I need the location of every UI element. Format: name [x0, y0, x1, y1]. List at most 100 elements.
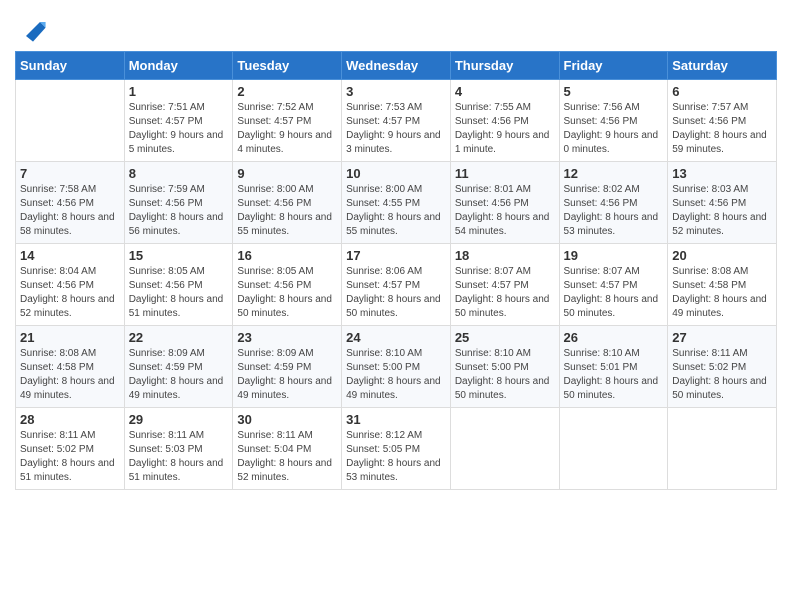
calendar-cell: 18 Sunrise: 8:07 AMSunset: 4:57 PMDayligh…	[450, 244, 559, 326]
day-info: Sunrise: 7:56 AMSunset: 4:56 PMDaylight:…	[564, 101, 664, 157]
calendar-cell: 12Sunrise: 8:02 AMSunset: 4:56 PMDayligh…	[559, 162, 668, 244]
day-info: Sunrise: 8:11 AMSunset: 5:04 PMDaylight:…	[237, 429, 337, 485]
day-info: Sunrise: 8:11 AMSunset: 5:02 PMDaylight:…	[20, 429, 120, 485]
logo	[15, 15, 47, 43]
calendar-body: 1Sunrise: 7:51 AMSunset: 4:57 PMDaylight…	[16, 80, 777, 490]
calendar-cell: 30Sunrise: 8:11 AMSunset: 5:04 PMDayligh…	[233, 408, 342, 490]
calendar-week-row: 1Sunrise: 7:51 AMSunset: 4:57 PMDaylight…	[16, 80, 777, 162]
day-number: 13	[672, 166, 772, 181]
day-info: Sunrise: 7:53 AMSunset: 4:57 PMDaylight:…	[346, 101, 446, 157]
calendar-cell: 10 Sunrise: 8:00 AMSunset: 4:55 PMDayligh…	[342, 162, 451, 244]
header-day: Wednesday	[342, 52, 451, 80]
day-info: Sunrise: 8:10 AMSunset: 5:00 PMDaylight:…	[346, 347, 446, 403]
day-number: 29	[129, 412, 229, 427]
header	[15, 15, 777, 43]
calendar-cell: 28Sunrise: 8:11 AMSunset: 5:02 PMDayligh…	[16, 408, 125, 490]
calendar-cell: 6Sunrise: 7:57 AMSunset: 4:56 PMDaylight…	[668, 80, 777, 162]
day-number: 11	[455, 166, 555, 181]
day-number: 31	[346, 412, 446, 427]
calendar-cell: 16 Sunrise: 8:05 AMSunset: 4:56 PMDayligh…	[233, 244, 342, 326]
day-info: Sunrise: 8:03 AMSunset: 4:56 PMDaylight:…	[672, 183, 772, 239]
day-number: 20	[672, 248, 772, 263]
day-number: 24	[346, 330, 446, 345]
day-info: Sunrise: 8:07 AMSunset: 4:57 PMDaylight:…	[564, 265, 664, 321]
day-number: 25	[455, 330, 555, 345]
day-number: 16	[237, 248, 337, 263]
calendar-cell: 7 Sunrise: 7:58 AMSunset: 4:56 PMDaylight…	[16, 162, 125, 244]
day-number: 19	[564, 248, 664, 263]
calendar-cell: 15 Sunrise: 8:05 AMSunset: 4:56 PMDayligh…	[124, 244, 233, 326]
day-number: 3	[346, 84, 446, 99]
day-info: Sunrise: 8:02 AMSunset: 4:56 PMDaylight:…	[564, 183, 664, 239]
day-info: Sunrise: 8:05 AMSunset: 4:56 PMDaylight:…	[129, 265, 229, 321]
day-info: Sunrise: 7:58 AMSunset: 4:56 PMDaylight:…	[20, 183, 120, 239]
day-info: Sunrise: 8:10 AMSunset: 5:01 PMDaylight:…	[564, 347, 664, 403]
day-number: 21	[20, 330, 120, 345]
calendar-cell	[450, 408, 559, 490]
calendar-cell: 20 Sunrise: 8:08 AMSunset: 4:58 PMDayligh…	[668, 244, 777, 326]
day-number: 18	[455, 248, 555, 263]
calendar-cell: 25 Sunrise: 8:10 AMSunset: 5:00 PMDayligh…	[450, 326, 559, 408]
day-info: Sunrise: 7:55 AMSunset: 4:56 PMDaylight:…	[455, 101, 555, 157]
day-info: Sunrise: 8:05 AMSunset: 4:56 PMDaylight:…	[237, 265, 337, 321]
day-info: Sunrise: 8:11 AMSunset: 5:02 PMDaylight:…	[672, 347, 772, 403]
page-container: SundayMondayTuesdayWednesdayThursdayFrid…	[0, 0, 792, 612]
header-day: Saturday	[668, 52, 777, 80]
day-info: Sunrise: 8:07 AMSunset: 4:57 PMDaylight:…	[455, 265, 555, 321]
calendar-cell: 9 Sunrise: 8:00 AMSunset: 4:56 PMDaylight…	[233, 162, 342, 244]
calendar-cell: 3 Sunrise: 7:53 AMSunset: 4:57 PMDaylight…	[342, 80, 451, 162]
calendar-cell: 4 Sunrise: 7:55 AMSunset: 4:56 PMDaylight…	[450, 80, 559, 162]
day-number: 9	[237, 166, 337, 181]
day-number: 8	[129, 166, 229, 181]
day-info: Sunrise: 8:01 AMSunset: 4:56 PMDaylight:…	[455, 183, 555, 239]
calendar-week-row: 14Sunrise: 8:04 AMSunset: 4:56 PMDayligh…	[16, 244, 777, 326]
calendar-cell: 26 Sunrise: 8:10 AMSunset: 5:01 PMDayligh…	[559, 326, 668, 408]
day-number: 2	[237, 84, 337, 99]
day-number: 15	[129, 248, 229, 263]
day-info: Sunrise: 8:08 AMSunset: 4:58 PMDaylight:…	[20, 347, 120, 403]
calendar-cell: 1Sunrise: 7:51 AMSunset: 4:57 PMDaylight…	[124, 80, 233, 162]
calendar-cell: 5 Sunrise: 7:56 AMSunset: 4:56 PMDaylight…	[559, 80, 668, 162]
calendar-cell: 21 Sunrise: 8:08 AMSunset: 4:58 PMDayligh…	[16, 326, 125, 408]
calendar-cell: 19 Sunrise: 8:07 AMSunset: 4:57 PMDayligh…	[559, 244, 668, 326]
day-number: 26	[564, 330, 664, 345]
calendar-cell	[559, 408, 668, 490]
calendar-week-row: 7 Sunrise: 7:58 AMSunset: 4:56 PMDaylight…	[16, 162, 777, 244]
day-number: 14	[20, 248, 120, 263]
day-info: Sunrise: 8:06 AMSunset: 4:57 PMDaylight:…	[346, 265, 446, 321]
calendar-cell: 22Sunrise: 8:09 AMSunset: 4:59 PMDayligh…	[124, 326, 233, 408]
day-number: 27	[672, 330, 772, 345]
day-number: 17	[346, 248, 446, 263]
calendar-cell: 14Sunrise: 8:04 AMSunset: 4:56 PMDayligh…	[16, 244, 125, 326]
calendar-cell: 13 Sunrise: 8:03 AMSunset: 4:56 PMDayligh…	[668, 162, 777, 244]
day-number: 22	[129, 330, 229, 345]
calendar-header: SundayMondayTuesdayWednesdayThursdayFrid…	[16, 52, 777, 80]
day-info: Sunrise: 8:00 AMSunset: 4:56 PMDaylight:…	[237, 183, 337, 239]
calendar-cell: 24 Sunrise: 8:10 AMSunset: 5:00 PMDayligh…	[342, 326, 451, 408]
calendar-week-row: 21 Sunrise: 8:08 AMSunset: 4:58 PMDayligh…	[16, 326, 777, 408]
day-info: Sunrise: 8:00 AMSunset: 4:55 PMDaylight:…	[346, 183, 446, 239]
header-day: Friday	[559, 52, 668, 80]
calendar-cell: 11 Sunrise: 8:01 AMSunset: 4:56 PMDayligh…	[450, 162, 559, 244]
day-number: 5	[564, 84, 664, 99]
calendar-cell: 17 Sunrise: 8:06 AMSunset: 4:57 PMDayligh…	[342, 244, 451, 326]
calendar-cell: 29 Sunrise: 8:11 AMSunset: 5:03 PMDayligh…	[124, 408, 233, 490]
day-info: Sunrise: 8:09 AMSunset: 4:59 PMDaylight:…	[237, 347, 337, 403]
calendar-cell: 23Sunrise: 8:09 AMSunset: 4:59 PMDayligh…	[233, 326, 342, 408]
calendar-cell: 2Sunrise: 7:52 AMSunset: 4:57 PMDaylight…	[233, 80, 342, 162]
day-info: Sunrise: 8:08 AMSunset: 4:58 PMDaylight:…	[672, 265, 772, 321]
header-day: Thursday	[450, 52, 559, 80]
calendar-cell	[668, 408, 777, 490]
day-info: Sunrise: 8:11 AMSunset: 5:03 PMDaylight:…	[129, 429, 229, 485]
day-info: Sunrise: 8:10 AMSunset: 5:00 PMDaylight:…	[455, 347, 555, 403]
day-number: 7	[20, 166, 120, 181]
calendar-cell: 27 Sunrise: 8:11 AMSunset: 5:02 PMDayligh…	[668, 326, 777, 408]
day-info: Sunrise: 7:57 AMSunset: 4:56 PMDaylight:…	[672, 101, 772, 157]
day-number: 4	[455, 84, 555, 99]
header-day: Sunday	[16, 52, 125, 80]
day-info: Sunrise: 7:51 AMSunset: 4:57 PMDaylight:…	[129, 101, 229, 157]
calendar-table: SundayMondayTuesdayWednesdayThursdayFrid…	[15, 51, 777, 490]
calendar-cell: 8Sunrise: 7:59 AMSunset: 4:56 PMDaylight…	[124, 162, 233, 244]
day-number: 10	[346, 166, 446, 181]
calendar-week-row: 28Sunrise: 8:11 AMSunset: 5:02 PMDayligh…	[16, 408, 777, 490]
